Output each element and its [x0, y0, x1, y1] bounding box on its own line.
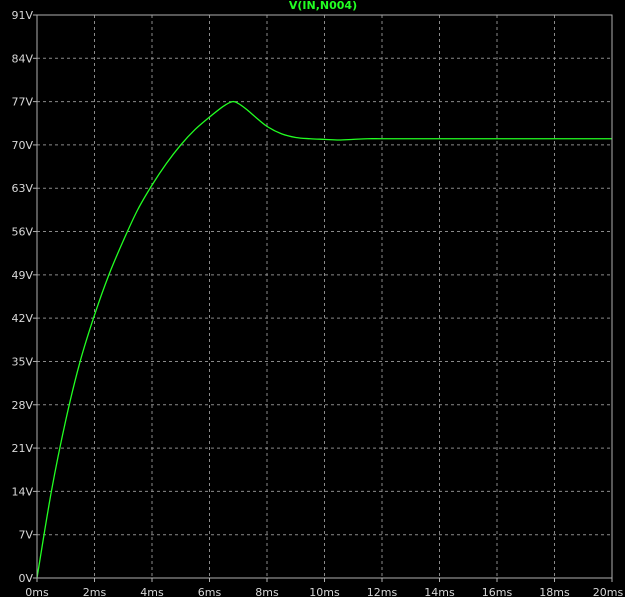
x-tick-label: 16ms: [482, 586, 513, 597]
y-tick-label: 70V: [11, 139, 33, 152]
waveform-plot[interactable]: V(IN,N004) 0ms 2ms 4ms 6ms 8ms 10ms 12ms 14ms 16…: [0, 0, 625, 597]
y-tick-label: 56V: [11, 226, 33, 239]
y-tick-label: 63V: [11, 182, 33, 195]
y-tick-label: 77V: [11, 96, 33, 109]
y-tick-label: 28V: [11, 399, 33, 412]
x-tick-label: 18ms: [539, 586, 570, 597]
y-tick-label: 0V: [18, 572, 33, 585]
x-tick-label: 8ms: [255, 586, 279, 597]
y-tick-label: 49V: [11, 269, 33, 282]
trace-title[interactable]: V(IN,N004): [289, 0, 357, 12]
x-tick-label: 6ms: [198, 586, 222, 597]
y-tick-label: 21V: [11, 442, 33, 455]
y-tick-label: 14V: [11, 485, 33, 498]
x-tick-label: 14ms: [424, 586, 455, 597]
x-tick-label: 20ms: [593, 586, 624, 597]
x-tick-label: 10ms: [309, 586, 340, 597]
x-tick-label: 2ms: [83, 586, 107, 597]
y-tick-label: 35V: [11, 355, 33, 368]
x-tick-label: 4ms: [140, 586, 164, 597]
y-tick-label: 7V: [18, 529, 33, 542]
plot-window: V(IN,N004) 0ms 2ms 4ms 6ms 8ms 10ms 12ms 14ms 16…: [0, 0, 625, 597]
x-tick-label: 0ms: [25, 586, 49, 597]
tick-labels: 0ms 2ms 4ms 6ms 8ms 10ms 12ms 14ms 16ms 18ms 20ms 0…: [11, 9, 623, 597]
y-tick-label: 91V: [11, 9, 33, 22]
y-tick-label: 42V: [11, 312, 33, 325]
x-tick-label: 12ms: [367, 586, 398, 597]
grid-layer: [33, 14, 613, 582]
y-tick-label: 84V: [11, 52, 33, 65]
